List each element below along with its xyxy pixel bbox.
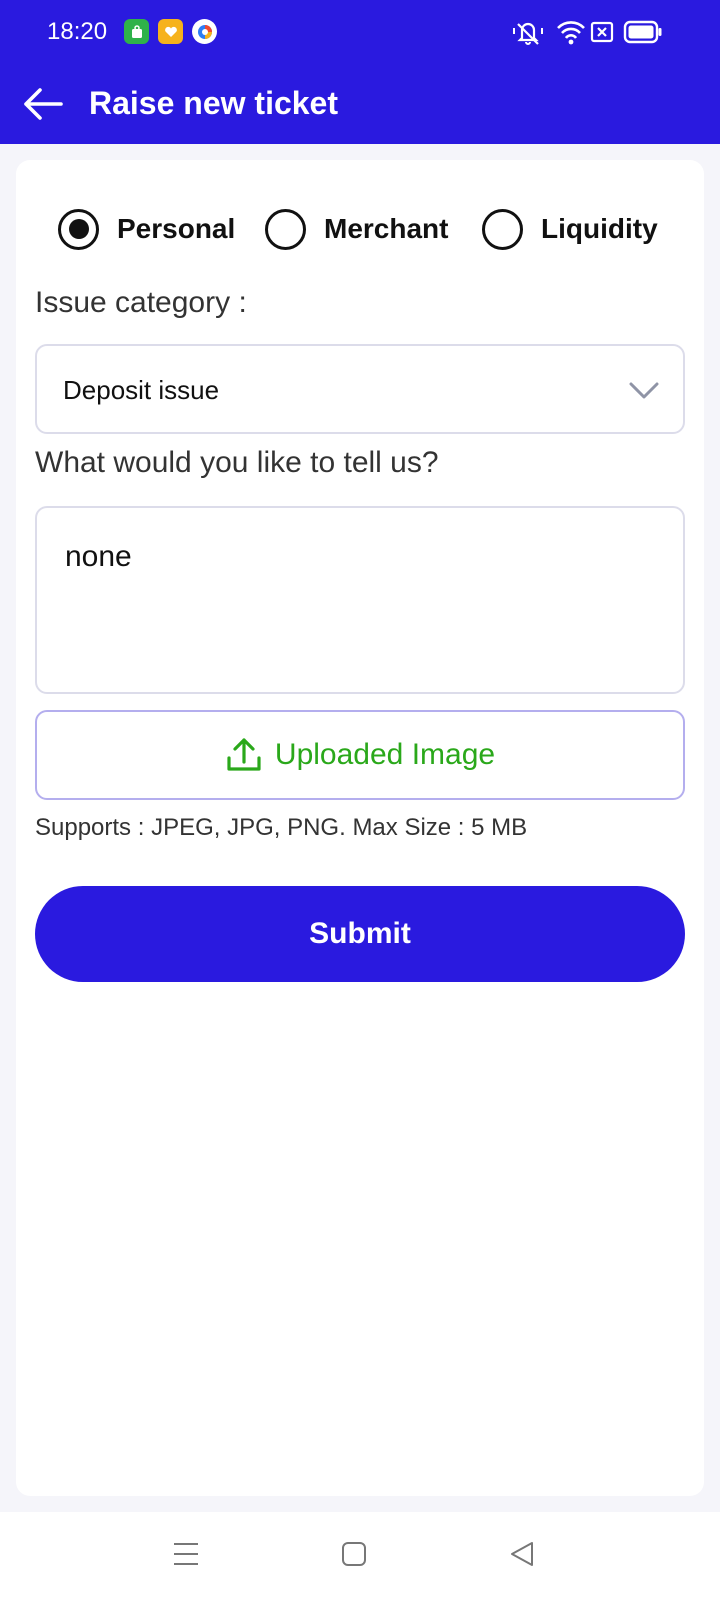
- submit-button[interactable]: Submit: [35, 886, 685, 982]
- radio-selected-icon: [58, 208, 99, 250]
- store-app-icon: [124, 19, 149, 44]
- back-button[interactable]: [18, 82, 68, 126]
- back-triangle-icon[interactable]: [508, 1540, 536, 1568]
- page-title: Raise new ticket: [89, 85, 338, 121]
- issue-category-select[interactable]: Deposit issue: [35, 344, 685, 434]
- message-label: What would you like to tell us?: [35, 446, 439, 479]
- system-nav-bar: [0, 1512, 720, 1600]
- radio-liquidity[interactable]: Liquidity: [482, 204, 658, 254]
- radio-unselected-icon: [265, 208, 306, 250]
- radio-label: Liquidity: [541, 213, 658, 244]
- menu-icon[interactable]: [172, 1540, 200, 1568]
- upload-label: Uploaded Image: [274, 738, 496, 771]
- radio-label: Personal: [117, 213, 236, 244]
- upload-image-button[interactable]: Uploaded Image: [35, 710, 685, 800]
- app-bar: Raise new ticket: [0, 64, 720, 144]
- submit-label: Submit: [309, 917, 411, 950]
- mute-bell-icon: [513, 22, 543, 45]
- home-square-icon[interactable]: [340, 1540, 368, 1568]
- upload-icon: [227, 738, 261, 771]
- message-textarea[interactable]: none: [35, 506, 685, 694]
- radio-unselected-icon: [482, 208, 523, 250]
- wifi-icon: [557, 21, 585, 45]
- browser-app-icon: [192, 19, 217, 44]
- message-value: none: [65, 540, 132, 573]
- sim-icon: [590, 21, 614, 43]
- status-bar: 18:20: [0, 0, 720, 64]
- issue-category-label: Issue category :: [35, 286, 247, 319]
- heart-app-icon: [158, 19, 183, 44]
- account-type-radio-group: Personal Merchant Liquidity: [16, 204, 704, 254]
- battery-icon: [623, 20, 662, 44]
- radio-merchant[interactable]: Merchant: [265, 204, 448, 254]
- issue-category-value: Deposit issue: [63, 375, 220, 405]
- arrow-left-icon: [24, 88, 63, 120]
- radio-label: Merchant: [324, 213, 449, 244]
- status-time: 18:20: [47, 18, 108, 45]
- chevron-down-icon: [629, 382, 659, 399]
- upload-hint: Supports : JPEG, JPG, PNG. Max Size : 5 …: [35, 814, 528, 841]
- ticket-form-card: Personal Merchant Liquidity Issue catego…: [16, 160, 704, 1496]
- radio-personal[interactable]: Personal: [58, 204, 235, 254]
